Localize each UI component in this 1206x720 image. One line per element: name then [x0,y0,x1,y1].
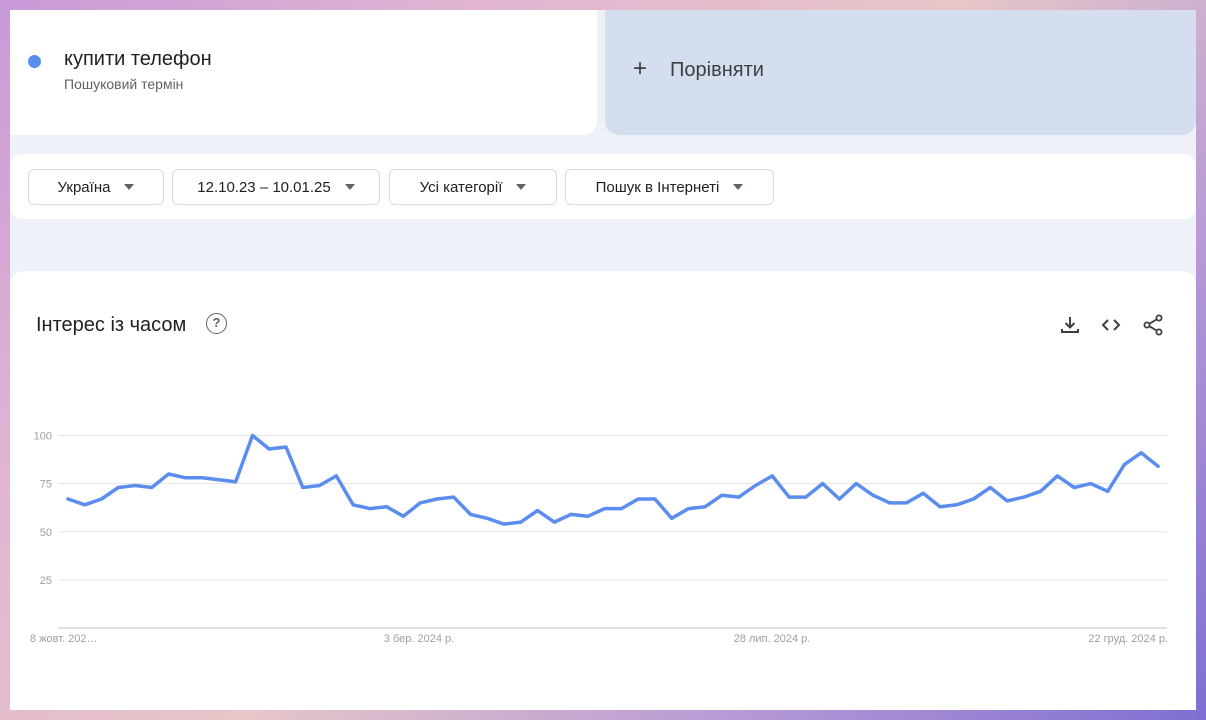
data-point [904,501,909,505]
data-point [1039,489,1043,493]
filter-date-range-label: 12.10.23 – 10.01.25 [197,178,331,196]
caret-down-icon [733,184,744,190]
line-chart: 100 75 50 25 8 жовт. 202… 3 бер. 2024 р. 28 ли… [30,431,1168,646]
y-tick-label: 25 [40,575,52,587]
y-tick-label: 50 [40,527,52,539]
filter-region-label: Україна [57,178,111,196]
data-point [753,483,758,488]
data-point [368,507,372,511]
compare-label: Порівняти [670,59,764,81]
data-point [1005,499,1009,503]
plus-icon: + [633,55,648,82]
data-point [938,505,942,509]
data-point [1055,474,1059,478]
data-point [603,507,607,511]
data-point [921,491,925,495]
data-point [619,507,624,511]
data-point [535,509,540,513]
data-point [317,483,322,488]
data-point [821,482,825,486]
caret-down-icon [516,184,527,190]
y-tick-label: 100 [34,431,52,443]
data-point [435,497,439,501]
filter-category[interactable]: Усі категорії [389,169,557,205]
data-point [1089,482,1093,486]
data-point [401,514,405,518]
data-point [468,512,473,516]
x-tick-label: 8 жовт. 202… [30,633,98,645]
data-point [955,503,959,507]
data-point [770,474,774,478]
data-point [988,485,992,490]
data-point [234,480,238,484]
data-point [1156,464,1160,468]
data-point [418,501,422,505]
data-point [586,514,590,518]
filter-category-label: Усі категорії [419,178,503,196]
data-point [66,497,70,501]
data-point [267,447,271,451]
trends-panel: купити телефон Пошуковий термін + Порівн… [10,10,1196,710]
data-point [167,472,171,476]
data-point [670,516,674,520]
data-point [854,482,858,486]
data-point [720,493,724,497]
data-point [301,485,305,490]
data-point [150,485,154,490]
interest-over-time-card: Інтерес із часом ? 100 75 50 25 8 жовт. 202…… [10,271,1196,710]
data-point [686,507,691,511]
search-term-title: купити телефон [64,48,212,70]
data-point [1139,451,1143,455]
data-point [787,495,791,499]
data-point [519,520,523,524]
data-point [1122,462,1127,466]
search-term-card[interactable]: купити телефон Пошуковий термін [10,10,597,135]
compare-button[interactable]: + Порівняти [605,10,1196,135]
x-tick-label: 22 груд. 2024 р. [1088,633,1168,645]
data-point [250,433,255,438]
x-tick-label: 3 бер. 2024 р. [384,633,454,645]
data-point [116,485,120,490]
data-point [653,497,657,501]
data-point [385,505,389,509]
data-point [837,497,842,501]
data-point [485,516,489,520]
filter-search-type[interactable]: Пошук в Інтернеті [565,169,774,205]
filter-search-type-label: Пошук в Інтернеті [595,178,720,196]
series-line [66,433,1160,526]
x-tick-label: 28 лип. 2024 р. [734,633,811,645]
data-point [703,505,707,509]
data-point [871,493,875,497]
data-point [452,495,456,499]
data-point [83,503,87,507]
data-point [284,445,288,449]
data-point [888,501,892,505]
data-point [971,497,976,501]
y-tick-label: 75 [40,479,52,491]
data-point [804,495,808,499]
caret-down-icon [124,184,135,190]
data-point [200,476,204,480]
data-point [1022,495,1026,499]
data-point [569,512,573,516]
data-point [183,476,187,480]
data-point [1106,489,1110,493]
data-point [502,522,506,526]
data-point [334,474,338,478]
series-color-dot [28,55,41,68]
data-point [552,520,556,524]
filter-date-range[interactable]: 12.10.23 – 10.01.25 [172,169,380,205]
data-point [636,497,640,501]
filter-region[interactable]: Україна [28,169,164,205]
data-point [99,497,104,501]
filter-bar: Україна 12.10.23 – 10.01.25 Усі категорі… [10,154,1196,219]
data-point [351,503,355,507]
data-point [133,483,137,488]
data-point [1072,485,1076,490]
caret-down-icon [344,184,355,190]
data-point [737,495,741,499]
data-point [217,478,221,482]
search-term-subtitle: Пошуковий термін [64,76,184,92]
